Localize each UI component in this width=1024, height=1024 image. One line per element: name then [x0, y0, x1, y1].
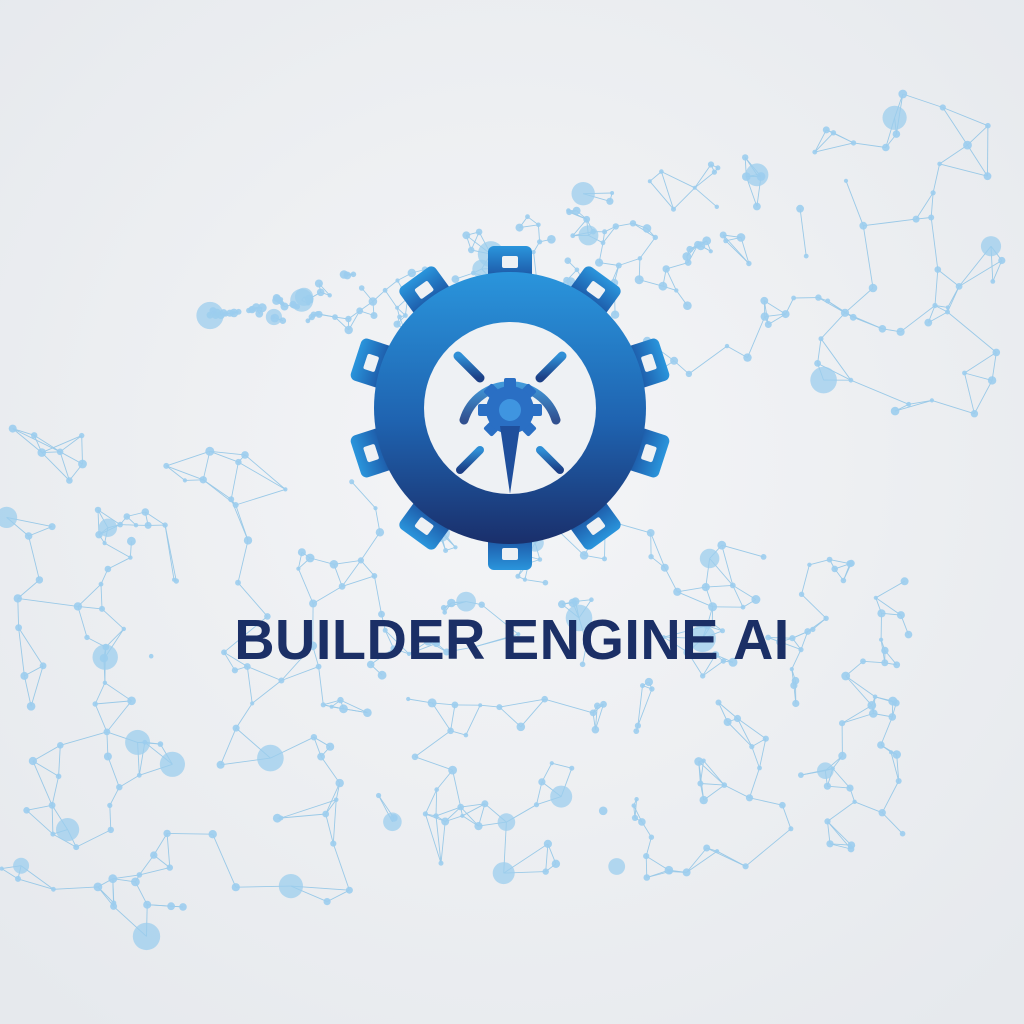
background-canvas — [0, 0, 1024, 1024]
brand-name: BUILDER ENGINE AI — [234, 608, 790, 672]
